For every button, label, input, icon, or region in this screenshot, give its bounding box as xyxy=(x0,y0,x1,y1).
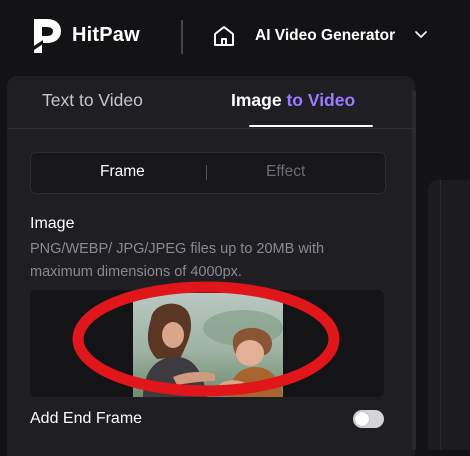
image-upload-area[interactable] xyxy=(30,290,384,397)
segment-effect[interactable]: Effect xyxy=(266,163,305,181)
chevron-down-icon[interactable] xyxy=(415,30,427,40)
home-icon[interactable] xyxy=(212,24,236,48)
tab-image-to-video[interactable]: Image to Video xyxy=(231,90,355,111)
hitpaw-logo-icon[interactable] xyxy=(31,16,63,56)
toggle-knob xyxy=(355,412,369,426)
preview-panel-edge xyxy=(428,180,470,450)
image-upload-hint: PNG/WEBP/ JPG/JPEG files up to 20MB with… xyxy=(30,241,325,280)
header-divider xyxy=(181,20,183,54)
active-tab-indicator xyxy=(249,125,373,127)
tabs-divider xyxy=(7,128,415,129)
add-end-frame-label: Add End Frame xyxy=(30,410,143,427)
tab-image-to-video-accent: to Video xyxy=(286,90,356,110)
tab-text-to-video[interactable]: Text to Video xyxy=(42,90,143,111)
segment-frame[interactable]: Frame xyxy=(100,163,145,181)
top-bar: HitPaw AI Video Generator xyxy=(0,0,470,76)
segment-separator xyxy=(206,165,207,180)
panel-scrollbar[interactable] xyxy=(412,90,416,450)
frame-effect-segmented-control xyxy=(30,152,386,194)
tab-image-to-video-label: Image xyxy=(231,90,287,110)
add-end-frame-toggle[interactable] xyxy=(353,410,384,428)
image-section-label: Image xyxy=(30,215,75,232)
preview-panel-border xyxy=(440,180,441,450)
uploaded-image-thumbnail[interactable] xyxy=(133,293,283,397)
brand-name: HitPaw xyxy=(72,24,140,46)
app-switcher[interactable]: AI Video Generator xyxy=(255,27,395,45)
